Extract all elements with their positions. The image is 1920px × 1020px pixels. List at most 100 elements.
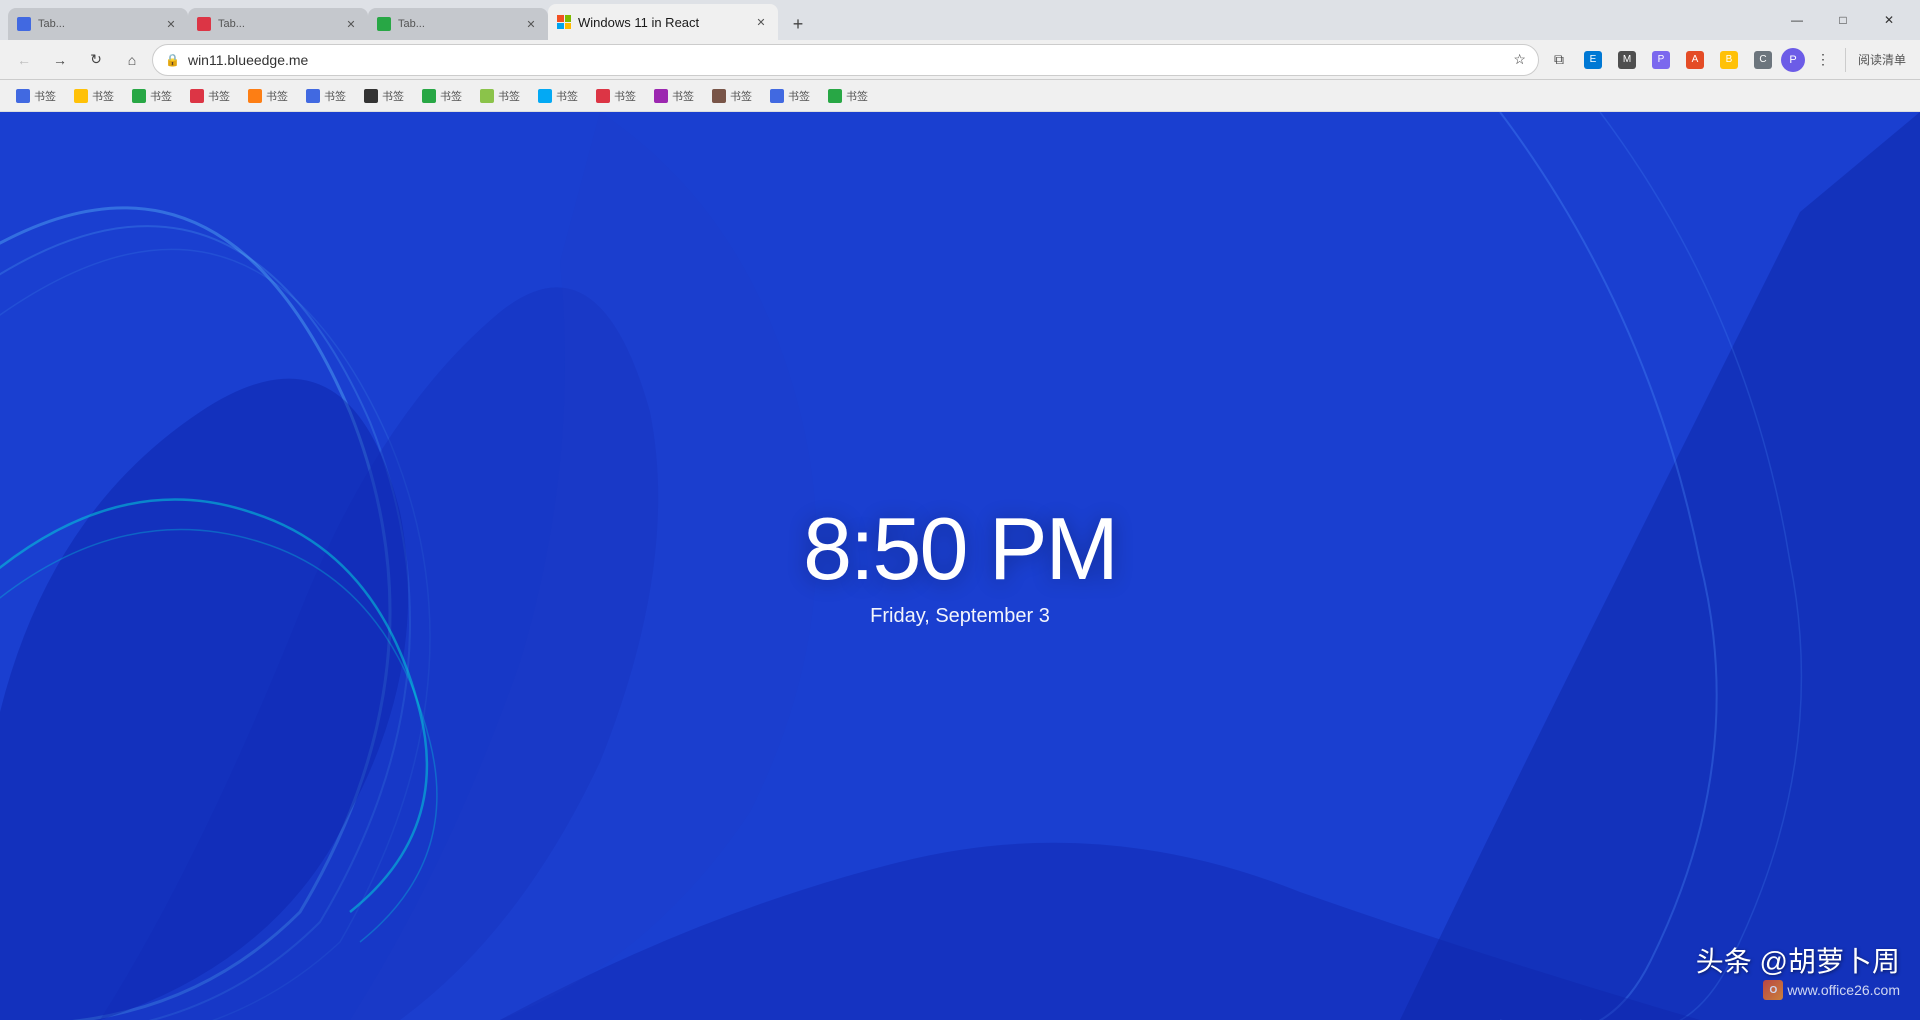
watermark: 头条 @胡萝卜周 O www.office26.com	[1696, 940, 1900, 1000]
bookmark-favicon-10	[538, 89, 552, 103]
toolbar-right: ⧉ E M P A B C P ⋮ 阅读清单	[1543, 44, 1912, 76]
tab-other-2[interactable]: Tab... ✕	[188, 8, 368, 40]
tab-favicon-2	[196, 16, 212, 32]
bookmark-label-10: 书签	[556, 88, 578, 104]
tab-other-3[interactable]: Tab... ✕	[368, 8, 548, 40]
tab-label-3: Tab...	[398, 18, 425, 30]
bookmark-15[interactable]: 书签	[820, 84, 876, 108]
bookmark-2[interactable]: 书签	[66, 84, 122, 108]
tab-label-2: Tab...	[218, 18, 245, 30]
bookmark-label-1: 书签	[34, 88, 56, 104]
bookmark-9[interactable]: 书签	[472, 84, 528, 108]
tab-active-label: Windows 11 in React	[578, 15, 746, 30]
title-bar: Tab... ✕ Tab... ✕ Tab... ✕	[0, 0, 1920, 40]
watermark-url: www.office26.com	[1787, 982, 1900, 998]
bookmark-14[interactable]: 书签	[762, 84, 818, 108]
edge-icon-1[interactable]: E	[1577, 44, 1609, 76]
bookmark-3[interactable]: 书签	[124, 84, 180, 108]
tab-favicon-active	[556, 14, 572, 30]
bookmark-favicon-7	[364, 89, 378, 103]
forward-button[interactable]: →	[44, 44, 76, 76]
maximize-button[interactable]: □	[1820, 4, 1866, 36]
bookmark-label-11: 书签	[614, 88, 636, 104]
edge-icon-2[interactable]: M	[1611, 44, 1643, 76]
bookmark-label-6: 书签	[324, 88, 346, 104]
window-controls: — □ ✕	[1774, 0, 1912, 36]
bookmark-12[interactable]: 书签	[646, 84, 702, 108]
bookmark-favicon-12	[654, 89, 668, 103]
tab-favicon-1	[16, 16, 32, 32]
address-bar[interactable]: 🔒 win11.blueedge.me ☆	[152, 44, 1539, 76]
watermark-main-text: 头条 @胡萝卜周	[1696, 940, 1900, 980]
bookmark-7[interactable]: 书签	[356, 84, 412, 108]
tab-other-1[interactable]: Tab... ✕	[8, 8, 188, 40]
bookmark-6[interactable]: 书签	[298, 84, 354, 108]
bookmark-favicon-8	[422, 89, 436, 103]
tab-close-2[interactable]: ✕	[342, 15, 360, 33]
clock-time: 8:50 PM	[803, 505, 1117, 593]
bookmark-label-15: 书签	[846, 88, 868, 104]
bookmarks-bar: 书签 书签 书签 书签 书签 书签 书签 书签	[0, 80, 1920, 112]
close-button[interactable]: ✕	[1866, 4, 1912, 36]
profile-icon[interactable]: P	[1781, 48, 1805, 72]
bookmark-5[interactable]: 书签	[240, 84, 296, 108]
toolbar: ← → ↻ ⌂ 🔒 win11.blueedge.me ☆ ⧉ E M P A	[0, 40, 1920, 80]
minimize-button[interactable]: —	[1774, 4, 1820, 36]
bookmark-label-14: 书签	[788, 88, 810, 104]
edge-icon-4[interactable]: A	[1679, 44, 1711, 76]
watermark-sub: O www.office26.com	[1696, 980, 1900, 1000]
more-menu-icon[interactable]: ⋮	[1807, 44, 1839, 76]
win11-lockscreen[interactable]: 8:50 PM Friday, September 3 头条 @胡萝卜周 O w…	[0, 112, 1920, 1020]
bookmark-11[interactable]: 书签	[588, 84, 644, 108]
bookmark-favicon-13	[712, 89, 726, 103]
bookmark-favicon-4	[190, 89, 204, 103]
bookmark-star-icon[interactable]: ☆	[1513, 51, 1526, 68]
bookmark-favicon-9	[480, 89, 494, 103]
tab-label-1: Tab...	[38, 18, 65, 30]
new-tab-button[interactable]: +	[782, 8, 814, 40]
tab-close-1[interactable]: ✕	[162, 15, 180, 33]
bookmark-favicon-2	[74, 89, 88, 103]
browser-chrome: Tab... ✕ Tab... ✕ Tab... ✕	[0, 0, 1920, 112]
tab-close-3[interactable]: ✕	[522, 15, 540, 33]
tab-close-active[interactable]: ✕	[752, 13, 770, 31]
bookmark-label-3: 书签	[150, 88, 172, 104]
refresh-button[interactable]: ↻	[80, 44, 112, 76]
tab-strip: Tab... ✕ Tab... ✕ Tab... ✕	[8, 0, 1770, 40]
clock-date: Friday, September 3	[803, 605, 1117, 628]
tab-favicon-3	[376, 16, 392, 32]
reader-list-button[interactable]: 阅读清单	[1852, 51, 1912, 68]
bookmark-label-8: 书签	[440, 88, 462, 104]
bookmark-favicon-15	[828, 89, 842, 103]
clock-display: 8:50 PM Friday, September 3	[803, 505, 1117, 628]
bookmark-favicon-6	[306, 89, 320, 103]
web-content[interactable]: 8:50 PM Friday, September 3 头条 @胡萝卜周 O w…	[0, 112, 1920, 1020]
bookmark-label-12: 书签	[672, 88, 694, 104]
bookmark-favicon-5	[248, 89, 262, 103]
edge-icon-6[interactable]: C	[1747, 44, 1779, 76]
edge-icon-5[interactable]: B	[1713, 44, 1745, 76]
bookmark-label-7: 书签	[382, 88, 404, 104]
bookmark-label-5: 书签	[266, 88, 288, 104]
extensions-icon[interactable]: ⧉	[1543, 44, 1575, 76]
edge-icon-3[interactable]: P	[1645, 44, 1677, 76]
url-text: win11.blueedge.me	[188, 52, 1505, 68]
bookmark-label-2: 书签	[92, 88, 114, 104]
back-button[interactable]: ←	[8, 44, 40, 76]
divider	[1845, 48, 1846, 72]
bookmark-label-4: 书签	[208, 88, 230, 104]
bookmark-13[interactable]: 书签	[704, 84, 760, 108]
bookmark-favicon-14	[770, 89, 784, 103]
bookmark-8[interactable]: 书签	[414, 84, 470, 108]
home-button[interactable]: ⌂	[116, 44, 148, 76]
bookmark-favicon-11	[596, 89, 610, 103]
bookmark-10[interactable]: 书签	[530, 84, 586, 108]
office-icon: O	[1763, 980, 1783, 1000]
bookmark-favicon-1	[16, 89, 30, 103]
bookmark-favicon-3	[132, 89, 146, 103]
bookmark-label-13: 书签	[730, 88, 752, 104]
tab-active[interactable]: Windows 11 in React ✕	[548, 4, 778, 40]
lock-icon: 🔒	[165, 53, 180, 67]
bookmark-4[interactable]: 书签	[182, 84, 238, 108]
bookmark-1[interactable]: 书签	[8, 84, 64, 108]
